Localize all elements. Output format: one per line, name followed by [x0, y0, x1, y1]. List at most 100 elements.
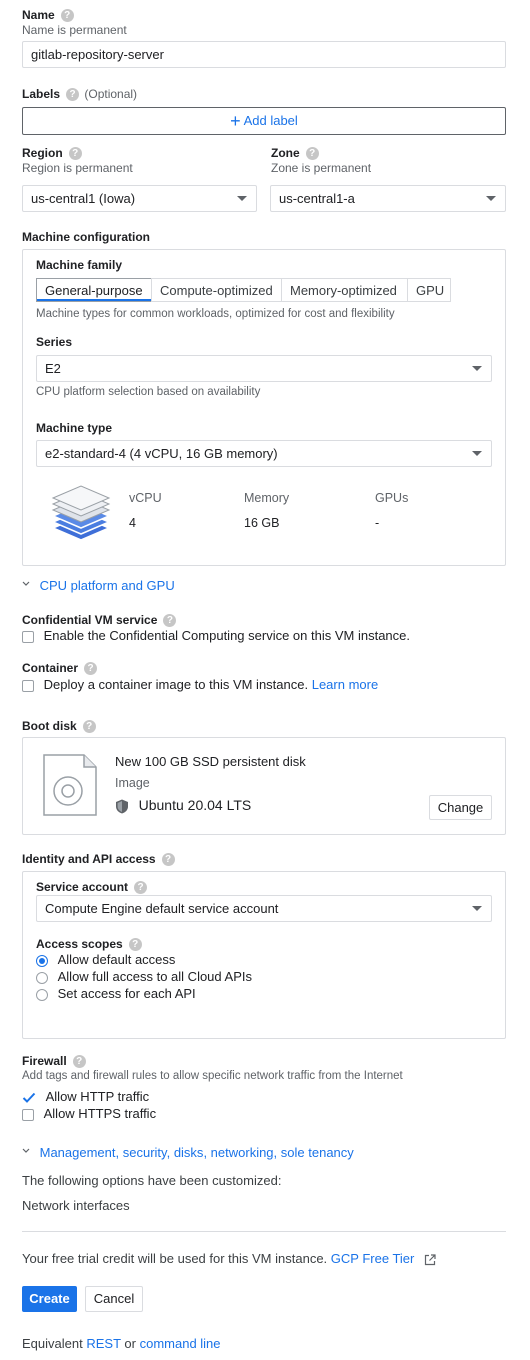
region-value: us-central1 (Iowa) — [31, 191, 136, 206]
add-label-button[interactable]: + Add label — [22, 107, 506, 135]
container-checkbox[interactable] — [22, 679, 34, 692]
boot-disk-image: Ubuntu 20.04 LTS — [115, 797, 251, 814]
container-checkbox-label: Deploy a container image to this VM inst… — [43, 677, 309, 692]
help-icon[interactable]: ? — [82, 720, 96, 734]
memory-label: Memory — [244, 491, 290, 505]
help-icon[interactable]: ? — [72, 1055, 86, 1069]
add-label-text: Add label — [243, 113, 298, 128]
learn-more-link[interactable]: Learn more — [312, 677, 378, 692]
boot-disk-panel: New 100 GB SSD persistent disk Image Ubu… — [22, 737, 506, 835]
confidential-row: Enable the Confidential Computing servic… — [22, 628, 410, 643]
help-icon[interactable]: ? — [128, 938, 142, 952]
confidential-checkbox[interactable] — [22, 630, 34, 643]
machine-config-label: Machine configuration — [22, 230, 151, 244]
help-icon[interactable]: ? — [60, 9, 74, 23]
help-icon[interactable]: ? — [134, 881, 148, 895]
container-label-text: Container — [22, 661, 79, 675]
dropdown-caret-icon — [486, 196, 496, 201]
cpu-platform-link[interactable]: CPU platform and GPU — [40, 578, 175, 593]
machine-family-label: Machine family — [36, 258, 123, 272]
chevron-down-icon — [22, 581, 30, 586]
help-icon[interactable]: ? — [68, 147, 82, 161]
http-row: Allow HTTP traffic — [22, 1089, 149, 1104]
external-link-icon[interactable] — [424, 1253, 436, 1266]
service-account-label-text: Service account — [36, 880, 129, 894]
management-link[interactable]: Management — [40, 1145, 116, 1160]
networking-link[interactable]: networking — [211, 1145, 274, 1160]
management-toggle[interactable]: Management, security, disks, networking,… — [22, 1145, 354, 1160]
machine-family-tabs: General-purpose Compute-optimized Memory… — [36, 278, 476, 302]
machine-type-select[interactable]: e2-standard-4 (4 vCPU, 16 GB memory) — [36, 440, 492, 467]
name-input[interactable]: gitlab-repository-server — [22, 41, 506, 68]
scope-option-each[interactable]: Set access for each API — [36, 986, 196, 1001]
memory-value: 16 GB — [244, 516, 280, 530]
scope-option-label: Allow full access to all Cloud APIs — [57, 969, 252, 984]
customized-note: The following options have been customiz… — [22, 1173, 282, 1188]
region-label: Region? — [22, 146, 82, 161]
zone-sublabel: Zone is permanent — [271, 161, 372, 175]
command-line-link[interactable]: command line — [140, 1336, 221, 1351]
tab-memory-optimized[interactable]: Memory-optimized — [281, 278, 408, 302]
scope-option-label: Set access for each API — [57, 986, 196, 1001]
region-select[interactable]: us-central1 (Iowa) — [22, 185, 257, 212]
disk-icon — [43, 754, 97, 816]
equivalent-row: Equivalent REST or command line — [22, 1336, 221, 1351]
dropdown-caret-icon — [237, 196, 247, 201]
series-label: Series — [36, 335, 73, 349]
sole-tenancy-link[interactable]: sole tenancy — [281, 1145, 354, 1160]
https-row: Allow HTTPS traffic — [22, 1106, 156, 1121]
gpus-label: GPUs — [375, 491, 409, 505]
boot-disk-image-label: Image — [115, 776, 150, 790]
help-icon[interactable]: ? — [163, 614, 177, 628]
labels-label-text: Labels — [22, 87, 61, 101]
cancel-button[interactable]: Cancel — [85, 1286, 143, 1312]
radio-selected[interactable] — [36, 954, 48, 967]
machine-config-panel: Machine family General-purpose Compute-o… — [22, 249, 506, 566]
confidential-label: Confidential VM service? — [22, 613, 177, 628]
labels-label: Labels? (Optional) — [22, 87, 137, 102]
tab-compute-optimized[interactable]: Compute-optimized — [151, 278, 282, 302]
radio-unselected[interactable] — [36, 988, 48, 1001]
firewall-label: Firewall? — [22, 1054, 86, 1069]
help-icon[interactable]: ? — [161, 853, 175, 867]
service-account-select[interactable]: Compute Engine default service account — [36, 895, 492, 922]
create-instance-form: Name? Name is permanent gitlab-repositor… — [0, 0, 530, 1360]
radio-unselected[interactable] — [36, 971, 48, 984]
plus-icon: + — [230, 110, 241, 131]
scope-option-default[interactable]: Allow default access — [36, 952, 175, 967]
http-checkbox-label: Allow HTTP traffic — [45, 1089, 150, 1104]
tab-gpu[interactable]: GPU — [407, 278, 451, 302]
free-tier-link[interactable]: GCP Free Tier — [331, 1251, 415, 1266]
help-icon[interactable]: ? — [66, 88, 80, 102]
https-checkbox[interactable] — [22, 1108, 34, 1121]
zone-select[interactable]: us-central1-a — [270, 185, 506, 212]
container-row: Deploy a container image to this VM inst… — [22, 677, 378, 692]
help-icon[interactable]: ? — [84, 662, 98, 676]
name-label: Name? — [22, 8, 74, 23]
equivalent-prefix: Equivalent — [22, 1336, 83, 1351]
create-button[interactable]: Create — [22, 1286, 77, 1312]
security-link[interactable]: security — [123, 1145, 167, 1160]
gpus-value: - — [375, 516, 380, 530]
series-select[interactable]: E2 — [36, 355, 492, 382]
machine-stack-icon — [51, 485, 111, 541]
trial-note: Your free trial credit will be used for … — [22, 1251, 328, 1266]
help-icon[interactable]: ? — [305, 147, 319, 161]
or-text: or — [124, 1336, 136, 1351]
zone-label: Zone? — [271, 146, 319, 161]
disks-link[interactable]: disks — [174, 1145, 204, 1160]
rest-link[interactable]: REST — [86, 1336, 120, 1351]
service-account-value: Compute Engine default service account — [45, 901, 279, 916]
dropdown-caret-icon — [472, 366, 482, 371]
machine-family-desc: Machine types for common workloads, opti… — [36, 308, 395, 320]
scope-option-full[interactable]: Allow full access to all Cloud APIs — [36, 969, 252, 984]
machine-type-value: e2-standard-4 (4 vCPU, 16 GB memory) — [45, 446, 278, 461]
cpu-platform-toggle[interactable]: CPU platform and GPU — [22, 578, 175, 593]
checkmark-icon[interactable] — [22, 1092, 36, 1104]
boot-disk-label-text: Boot disk — [22, 719, 77, 733]
firewall-desc: Add tags and firewall rules to allow spe… — [22, 1070, 403, 1082]
name-label-text: Name — [22, 8, 55, 22]
change-disk-button[interactable]: Change — [429, 795, 492, 820]
series-desc: CPU platform selection based on availabi… — [36, 386, 261, 398]
dropdown-caret-icon — [472, 906, 482, 911]
